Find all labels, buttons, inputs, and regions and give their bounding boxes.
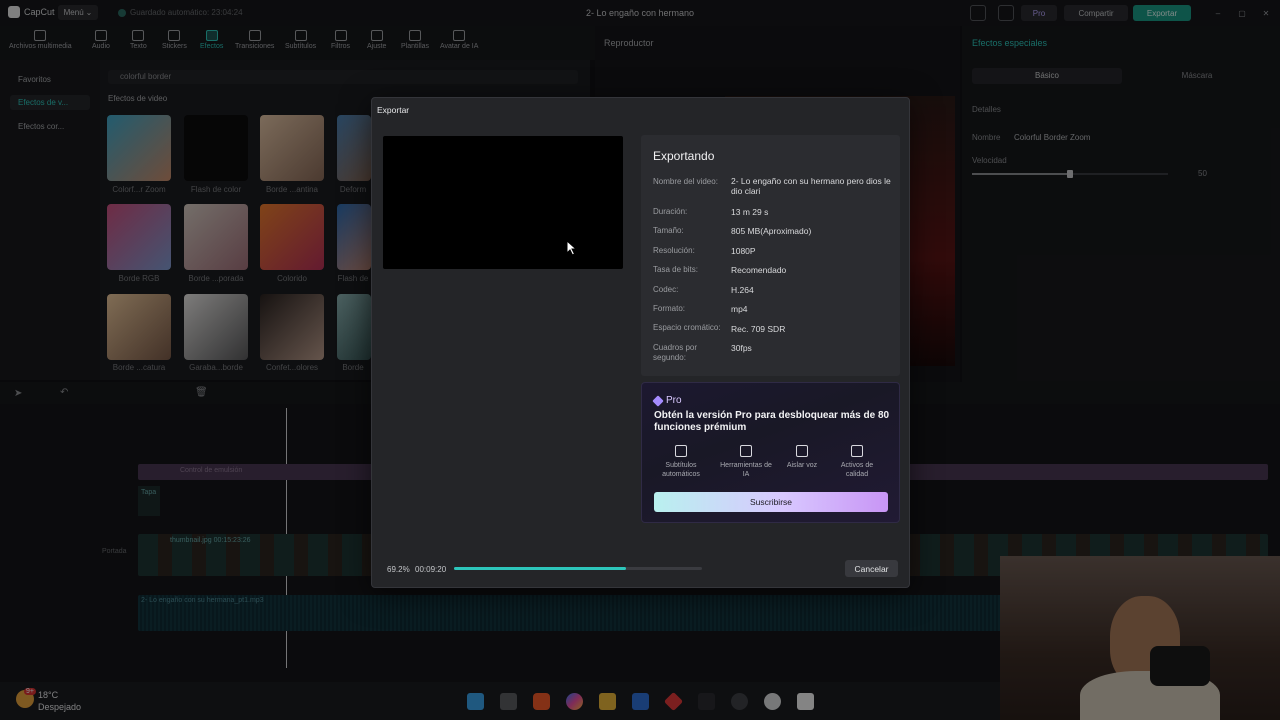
field-key: Cuadros por segundo: xyxy=(653,343,698,362)
dialog-title: Exportar xyxy=(377,105,410,115)
export-dialog: Exportar Exportando Nombre del video: 2-… xyxy=(371,97,910,588)
field-key: Codec: xyxy=(653,285,679,294)
pro-badge-label: Pro xyxy=(666,395,682,406)
diamond-icon xyxy=(652,394,664,407)
progress-elapsed: 00:09:20 xyxy=(415,565,447,574)
feature-voice-isolate: Aislar voz xyxy=(774,445,830,470)
mouse-cursor-icon xyxy=(566,240,578,256)
pro-upsell-card: Pro Obtén la versión Pro para desbloquea… xyxy=(641,382,900,523)
pro-badge: Pro xyxy=(652,394,682,407)
field-key: Resolución: xyxy=(653,246,695,255)
progress-percent: 69.2% xyxy=(387,565,410,574)
export-progress-fill xyxy=(454,567,626,570)
export-preview xyxy=(383,136,623,269)
quality-assets-icon xyxy=(851,445,863,457)
feature-label: Aislar voz xyxy=(786,462,818,469)
field-key: Espacio cromático: xyxy=(653,323,721,332)
field-key: Tasa de bits: xyxy=(653,265,698,274)
feature-ai-tools: Herramientas de IA xyxy=(718,445,774,479)
feature-label: Herramientas de IA xyxy=(720,462,772,478)
field-key: Duración: xyxy=(653,207,688,216)
field-value: mp4 xyxy=(731,304,748,314)
promo-text: Obtén la versión Pro para desbloquear má… xyxy=(654,410,890,433)
subtitles-grid-icon xyxy=(675,445,687,457)
feature-quality-assets: Activos de calidad xyxy=(829,445,885,479)
field-value: 30fps xyxy=(731,343,752,353)
field-value: 1080P xyxy=(731,246,756,256)
feature-auto-subtitles: Subtítulos automáticos xyxy=(653,445,709,479)
field-value: 13 m 29 s xyxy=(731,207,769,217)
field-value: 805 MB(Aproximado) xyxy=(731,226,812,236)
magic-wand-icon xyxy=(740,445,752,457)
field-key: Formato: xyxy=(653,304,686,313)
field-key: Tamaño: xyxy=(653,226,684,235)
field-value: Rec. 709 SDR xyxy=(731,324,786,334)
feature-label: Activos de calidad xyxy=(840,462,874,478)
field-key: Nombre del video: xyxy=(653,177,718,186)
field-value: 2- Lo engaño con su hermano pero dios le… xyxy=(731,176,891,196)
field-value: H.264 xyxy=(731,285,754,295)
export-status: Exportando xyxy=(653,149,715,163)
capcut-app: CapCut Menú ⌄ Guardado automático: 23:04… xyxy=(0,0,1280,720)
cancel-button[interactable]: Cancelar xyxy=(845,560,898,577)
voice-isolate-icon xyxy=(796,445,808,457)
subscribe-button[interactable]: Suscribirse xyxy=(654,492,888,512)
export-progress-bar xyxy=(454,567,702,570)
export-info-card: Exportando Nombre del video: 2- Lo engañ… xyxy=(641,135,900,376)
feature-label: Subtítulos automáticos xyxy=(662,462,700,478)
field-value: Recomendado xyxy=(731,265,787,275)
